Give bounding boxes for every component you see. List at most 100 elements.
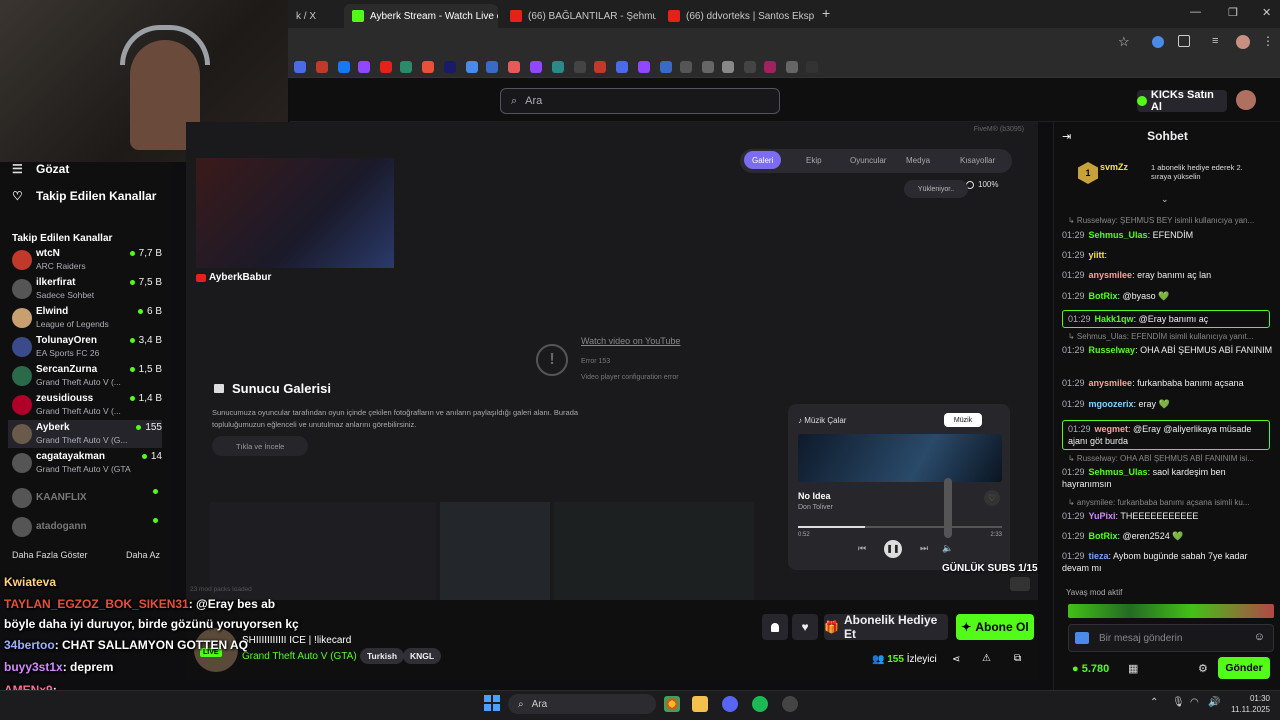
gallery-image[interactable]	[554, 502, 754, 600]
bookmark-icon[interactable]	[744, 61, 756, 73]
microphone-icon[interactable]: 🎙	[1172, 697, 1185, 708]
bookmark-icon[interactable]	[616, 61, 628, 73]
sidebar-channel-offline[interactable]: atadogann	[8, 513, 162, 541]
gift-subscription-button[interactable]: 🎁 Abonelik Hediye Et	[824, 613, 948, 641]
buy-kicks-button[interactable]: KICKs Satın Al	[1137, 89, 1227, 113]
bookmark-icon[interactable]	[508, 61, 520, 73]
extension-icon[interactable]	[1152, 36, 1164, 48]
tag-pill[interactable]: KNGL	[403, 648, 442, 664]
bookmark-icon[interactable]	[400, 61, 412, 73]
bookmark-icon[interactable]	[806, 61, 818, 73]
chat-username[interactable]: tieza	[1089, 551, 1109, 561]
file-explorer-icon[interactable]	[692, 696, 708, 712]
bookmark-icon[interactable]	[660, 61, 672, 73]
chat-username[interactable]: BotRix	[1089, 291, 1118, 301]
taskbar-search[interactable]: ⌕ Ara	[508, 694, 656, 714]
video-player[interactable]: FiveM® (b3095) AyberkBabur 100% Yükleniy…	[186, 122, 1038, 600]
leaderboard-user[interactable]: svmZz	[1100, 162, 1128, 172]
sidebar-browse-link[interactable]: ☰ Gözat	[12, 162, 69, 176]
chat-message[interactable]: 01:29 anysmilee: furkanbaba banımı açsana	[1062, 377, 1274, 389]
app-icon[interactable]	[782, 696, 798, 712]
search-input[interactable]: ⌕ Ara	[500, 88, 780, 114]
stream-category[interactable]: Grand Theft Auto V (GTA)	[242, 651, 357, 662]
close-window-button[interactable]: ✕	[1262, 6, 1271, 19]
youtube-channel[interactable]: AyberkBabur	[196, 272, 271, 283]
bookmark-icon[interactable]	[764, 61, 776, 73]
chat-username[interactable]: anysmilee	[1089, 270, 1133, 280]
chat-message[interactable]: 01:29 Sehmus_Ulas: EFENDİM	[1062, 229, 1274, 241]
chat-username[interactable]: BotRix	[1089, 531, 1118, 541]
sidebar-channel-item[interactable]: TolunayOren EA Sports FC 26 3,4 B	[8, 333, 162, 361]
sidebar-channel-item[interactable]: zeusidiouss Grand Theft Auto V (... 1,4 B	[8, 391, 162, 419]
sidebar-channel-item[interactable]: Elwind League of Legends 6 B	[8, 304, 162, 332]
clip-icon[interactable]: ⧉	[1014, 653, 1021, 664]
report-warning-icon[interactable]: ⚠	[982, 653, 991, 664]
bookmark-icon[interactable]	[530, 61, 542, 73]
pause-button[interactable]: ❚❚	[884, 540, 902, 558]
chat-message[interactable]: 01:29 BotRix: @byaso 💚	[1062, 290, 1274, 302]
chat-message[interactable]: 01:29 Hakk1qw: @Eray banımı aç	[1062, 310, 1270, 328]
spotify-icon[interactable]	[752, 696, 768, 712]
sidebar-channel-item[interactable]: Ayberk Grand Theft Auto V (G... 155	[8, 420, 162, 448]
chat-message[interactable]: 01:29 yiitt:	[1062, 249, 1274, 261]
gallery-tab[interactable]: Kısayollar	[952, 151, 1003, 169]
chat-username[interactable]: Sehmus_Ulas	[1089, 230, 1148, 240]
send-message-button[interactable]: Gönder	[1218, 657, 1270, 679]
gallery-tab[interactable]: Medya	[898, 151, 938, 169]
new-tab-button[interactable]: +	[822, 5, 830, 21]
bookmark-icon[interactable]	[594, 61, 606, 73]
bookmark-icon[interactable]	[786, 61, 798, 73]
maximize-button[interactable]: ❐	[1228, 6, 1238, 19]
chat-message[interactable]: 01:29 Russelway: OHA ABİ ŞEHMUS ABİ FANIN…	[1062, 344, 1274, 356]
bookmark-icon[interactable]	[316, 61, 328, 73]
chat-input[interactable]: Bir mesaj gönderin ☺	[1068, 624, 1274, 652]
bookmark-icon[interactable]	[680, 61, 692, 73]
gallery-image[interactable]	[440, 502, 550, 600]
chat-username[interactable]: anysmilee	[1089, 378, 1133, 388]
gallery-tab[interactable]: Galeri	[744, 151, 782, 169]
music-tab[interactable]: Müzik	[944, 413, 982, 427]
bookmark-icon[interactable]	[358, 61, 370, 73]
show-less-button[interactable]: Daha Az	[126, 550, 160, 560]
user-avatar[interactable]	[1236, 90, 1256, 110]
chat-username[interactable]: mgoozerix	[1089, 399, 1134, 409]
sidebar-channel-item[interactable]: ilkerfirat Sadece Sohbet 7,5 B	[8, 275, 162, 303]
bookmark-icon[interactable]	[380, 61, 392, 73]
watch-on-youtube-link[interactable]: Watch video on YouTube	[581, 336, 680, 346]
chat-message[interactable]: 01:29 anysmilee: eray banımı aç lan	[1062, 269, 1274, 281]
next-track-icon[interactable]: ⏭	[920, 543, 928, 554]
gallery-tab[interactable]: Ekip	[798, 151, 830, 169]
chat-username[interactable]: Hakk1qw	[1095, 314, 1134, 324]
share-icon[interactable]: ⋖	[952, 654, 960, 665]
taskbar-clock[interactable]: 01:30 11.11.2025	[1228, 693, 1270, 715]
extensions-puzzle-icon[interactable]	[1178, 35, 1190, 47]
expand-chevron-icon[interactable]: ⌄	[1161, 194, 1169, 205]
menu-dots-icon[interactable]: ⋮	[1262, 34, 1274, 48]
chat-username[interactable]: yiitt	[1089, 250, 1105, 260]
bookmark-icon[interactable]	[552, 61, 564, 73]
chrome-icon[interactable]	[664, 696, 680, 712]
media-control-icon[interactable]: ≡	[1212, 35, 1218, 47]
sidebar-following-link[interactable]: ♡ Takip Edilen Kanallar	[12, 189, 156, 203]
bookmark-icon[interactable]	[338, 61, 350, 73]
windows-start-icon[interactable]	[484, 695, 500, 711]
settings-gear-icon[interactable]: ⚙	[1198, 662, 1208, 675]
browser-tab[interactable]: (66) ddvorteks | Santos Ekspres✕	[660, 4, 814, 28]
chat-message[interactable]: 01:29 tieza: Aybom bugünde sabah 7ye kada…	[1062, 550, 1274, 574]
chat-username[interactable]: Russelway	[1089, 345, 1136, 355]
browser-tab[interactable]: k / X	[288, 4, 340, 28]
bookmark-icon[interactable]	[702, 61, 714, 73]
wifi-icon[interactable]: ◠	[1190, 697, 1199, 708]
bookmark-icon[interactable]	[294, 61, 306, 73]
chat-message[interactable]: 01:29 BotRix: @eren2524 💚	[1062, 530, 1274, 542]
chat-username[interactable]: wegmet	[1095, 424, 1129, 434]
chat-message[interactable]: 01:29 YuPixi: THEEEEEEEEEEE	[1062, 510, 1274, 522]
sidebar-channel-item[interactable]: SercanZurna Grand Theft Auto V (... 1,5 B	[8, 362, 162, 390]
browser-tab[interactable]: (66) BAĞLANTILAR - Şehmus U✕	[502, 4, 656, 28]
bookmark-icon[interactable]	[444, 61, 456, 73]
bookmark-icon[interactable]	[574, 61, 586, 73]
bookmark-icon[interactable]	[466, 61, 478, 73]
like-heart-icon[interactable]: ♡	[984, 490, 1000, 506]
star-icon[interactable]: ☆	[1118, 34, 1130, 50]
follow-heart-button[interactable]: ♥	[792, 614, 818, 640]
